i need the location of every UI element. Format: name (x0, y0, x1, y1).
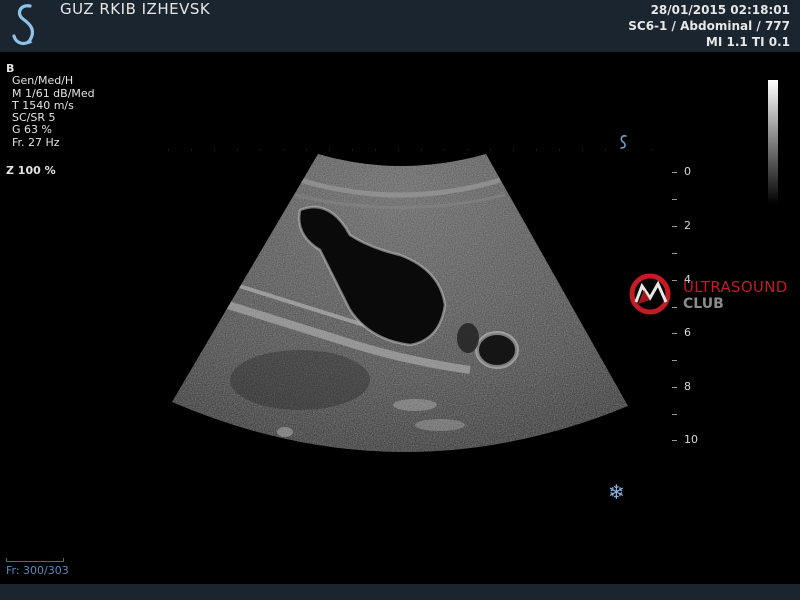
probe-preset: SC6-1 / Abdominal / 777 (628, 19, 790, 33)
s-logo-icon (12, 4, 35, 46)
depth-tick (672, 333, 677, 334)
depth-tick (672, 440, 677, 441)
watermark-line1: ULTRASOUND (683, 278, 788, 296)
depth-label: 2 (684, 219, 691, 232)
footer-bar (0, 584, 800, 600)
depth-tick (672, 172, 677, 173)
institution-name: GUZ RKIB IZHEVSK (60, 0, 211, 18)
depth-tick (672, 199, 677, 200)
depth-label: 6 (684, 326, 691, 339)
depth-tick (672, 253, 677, 254)
header-info: 28/01/2015 02:18:01 SC6-1 / Abdominal / … (628, 2, 790, 50)
grayscale-bar (768, 80, 778, 204)
depth-label: 8 (684, 380, 691, 393)
club-logo-icon (629, 273, 671, 315)
header-bar: GUZ RKIB IZHEVSK 28/01/2015 02:18:01 SC6… (0, 0, 800, 52)
exam-datetime: 28/01/2015 02:18:01 (650, 3, 790, 17)
watermark-line2: CLUB (683, 296, 724, 312)
depth-tick (672, 387, 677, 388)
depth-label: 0 (684, 165, 691, 178)
depth-tick (672, 360, 677, 361)
mechanical-thermal-index: MI 1.1 TI 0.1 (705, 35, 790, 49)
param-gain: G 63 % (12, 123, 52, 137)
ultrasound-image (168, 149, 672, 453)
ultrasound-club-watermark: ULTRASOUND CLUB (628, 270, 798, 316)
param-gen: Gen/Med/H (12, 74, 74, 88)
cine-progress-bar[interactable] (6, 558, 64, 562)
cine-frame-counter: Fr: 300/303 (6, 564, 69, 577)
imaging-parameters: B Gen/Med/H M 1/61 dB/Med T 1540 m/s SC/… (6, 62, 95, 149)
depth-tick (672, 414, 677, 415)
snowflake-icon[interactable]: ❄ (608, 480, 625, 504)
depth-tick (672, 226, 677, 227)
depth-label: 10 (684, 433, 698, 446)
s-marker-icon (620, 135, 627, 149)
